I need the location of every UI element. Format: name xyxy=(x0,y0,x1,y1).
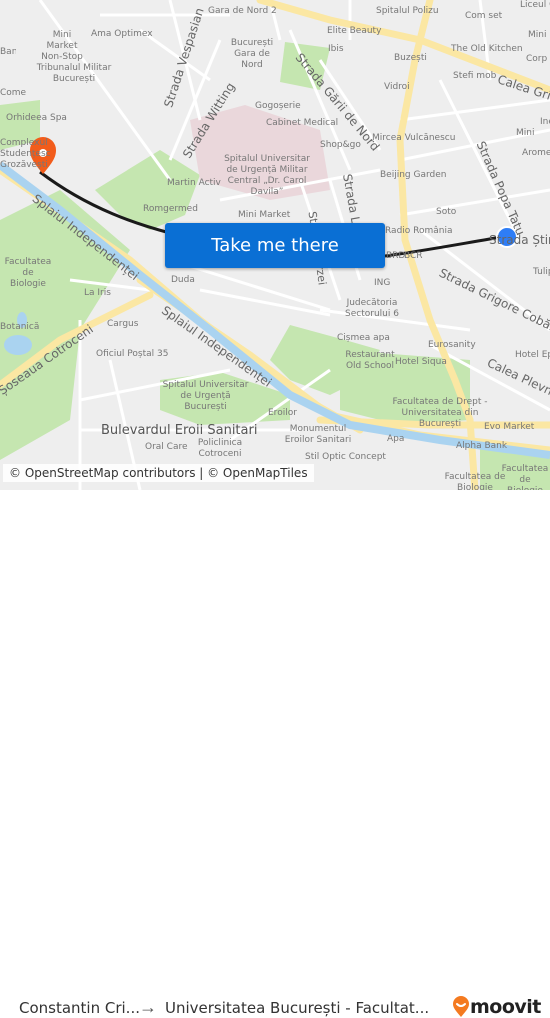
poi-label: Ine xyxy=(540,117,550,127)
poi-label: Spitalul Polizu xyxy=(376,6,439,16)
poi-label: Gara de Nord 2 xyxy=(208,6,277,16)
poi-label: Arome xyxy=(522,148,550,158)
poi-label: Martin Activ xyxy=(167,178,221,188)
poi-label: București Gara de Nord xyxy=(230,38,274,70)
poi-label: Duda xyxy=(171,275,195,285)
poi-label: The Old Kitchen xyxy=(451,44,523,54)
poi-label: La Iris xyxy=(84,288,111,298)
arrow-right-icon: → xyxy=(139,997,157,1017)
destination-label: Universitatea București - Facultat... xyxy=(165,999,430,1017)
poi-label: Policlinica Cotroceni xyxy=(197,438,243,459)
poi-label: Cișmea apa xyxy=(337,333,390,343)
map-attribution[interactable]: © OpenStreetMap contributors | © OpenMap… xyxy=(3,464,314,482)
street-label: Strada Știrbei Vodă xyxy=(489,233,550,247)
poi-label: Mini Non xyxy=(528,30,550,40)
poi-label: Apa xyxy=(387,434,405,444)
poi-label: Eroilor xyxy=(268,408,297,418)
poi-label: Liceul George Enescu xyxy=(520,0,550,10)
poi-label: Banco xyxy=(0,47,16,57)
poi-label: ING xyxy=(374,278,391,288)
take-me-there-button[interactable]: Take me there xyxy=(165,223,385,268)
origin-label: Constantin Cri... xyxy=(19,999,140,1017)
lake xyxy=(4,335,32,355)
poi-label: Botanică xyxy=(0,322,40,332)
poi-label: Facultatea de Drept - Universitatea din … xyxy=(392,397,488,429)
poi-label: Beijing Garden xyxy=(380,170,447,180)
poi-label: Orhideea Spa xyxy=(6,113,67,123)
poi-label: Radio România xyxy=(385,226,453,236)
poi-label: BCR xyxy=(404,251,423,261)
brand-name: moovit xyxy=(470,996,541,1018)
poi-label: Complexul Studențesc Grozăvești xyxy=(0,138,51,170)
park-area xyxy=(95,150,200,230)
poi-label: Hotel Siqua xyxy=(395,357,447,367)
poi-label: Tribunalul Militar București xyxy=(36,63,112,84)
poi-label: Monumentul Eroilor Sanitari xyxy=(284,424,352,445)
poi-label: Evo Market xyxy=(484,422,535,432)
street-label: Bulevardul Eroii Sanitari xyxy=(101,423,258,438)
poi-label: Soto xyxy=(436,207,457,217)
poi-label: Elite Beauty xyxy=(327,26,382,36)
poi-label: Facultatea de Biologie xyxy=(501,464,549,490)
poi-label: Restaurant Old School xyxy=(345,350,395,371)
poi-label: Mini Market xyxy=(238,210,291,220)
poi-label: Cabinet Medical xyxy=(266,118,339,128)
poi-label: Mini Market Non-Stop xyxy=(41,30,83,62)
poi-label: Mini xyxy=(516,128,535,138)
moovit-pin-icon xyxy=(453,996,469,1017)
poi-label: Shop&go xyxy=(320,140,361,150)
poi-label: Cargus xyxy=(107,319,139,329)
poi-label: Spitalul Universitar de Urgență Bucureșt… xyxy=(162,380,249,412)
poi-label: Facultatea de Biologie xyxy=(4,257,52,289)
poi-label: BRD xyxy=(386,251,406,261)
poi-label: Comercial xyxy=(0,88,26,98)
poi-label: Buzești xyxy=(394,53,427,63)
route-footer: Constantin Cri... → Universitatea Bucure… xyxy=(0,490,550,1018)
poi-label: Alpha Bank xyxy=(456,441,508,451)
poi-label: Eurosanity xyxy=(428,340,476,350)
poi-label: Stefi mob xyxy=(453,71,497,81)
poi-label: Romgermed xyxy=(143,204,198,214)
poi-label: Hotel Ep xyxy=(515,350,550,360)
poi-label: Com set xyxy=(465,11,503,21)
poi-label: Ibis xyxy=(328,44,344,54)
poi-label: Judecătoria Sectorului 6 xyxy=(345,298,399,319)
poi-label: Oral Care xyxy=(145,442,188,452)
moovit-logo[interactable]: moovit xyxy=(452,996,541,1018)
poi-label: Vidroi xyxy=(384,82,410,92)
poi-label: Mircea Vulcănescu xyxy=(372,133,456,143)
map-view[interactable]: Strada Vespasian Strada Witting Strada G… xyxy=(0,0,550,490)
poi-label: Oficiul Poștal 35 xyxy=(96,349,169,359)
poi-label: Corp I xyxy=(526,54,550,64)
poi-label: Ama Optimex xyxy=(91,29,153,39)
poi-label: Tulip xyxy=(533,267,550,277)
poi-label: Gogoșerie xyxy=(255,101,301,111)
poi-label: Spitalul Universitar de Urgență Militar … xyxy=(224,154,310,197)
poi-label: Stil Optic Concept xyxy=(305,452,386,462)
